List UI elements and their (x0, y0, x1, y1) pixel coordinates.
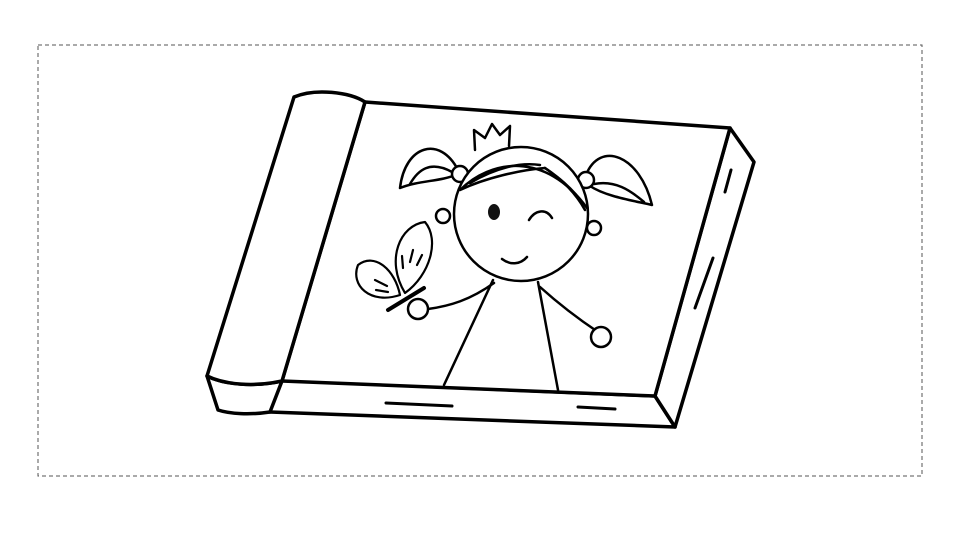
page-line-2 (576, 405, 617, 411)
right-earring (585, 219, 603, 237)
illustration-svg (37, 44, 923, 477)
left-eye (488, 204, 500, 220)
right-hand (589, 325, 613, 349)
canvas (0, 0, 960, 540)
left-earring (434, 207, 452, 225)
butterfly-wing-vein-3 (400, 254, 405, 270)
left-hand (406, 297, 430, 321)
